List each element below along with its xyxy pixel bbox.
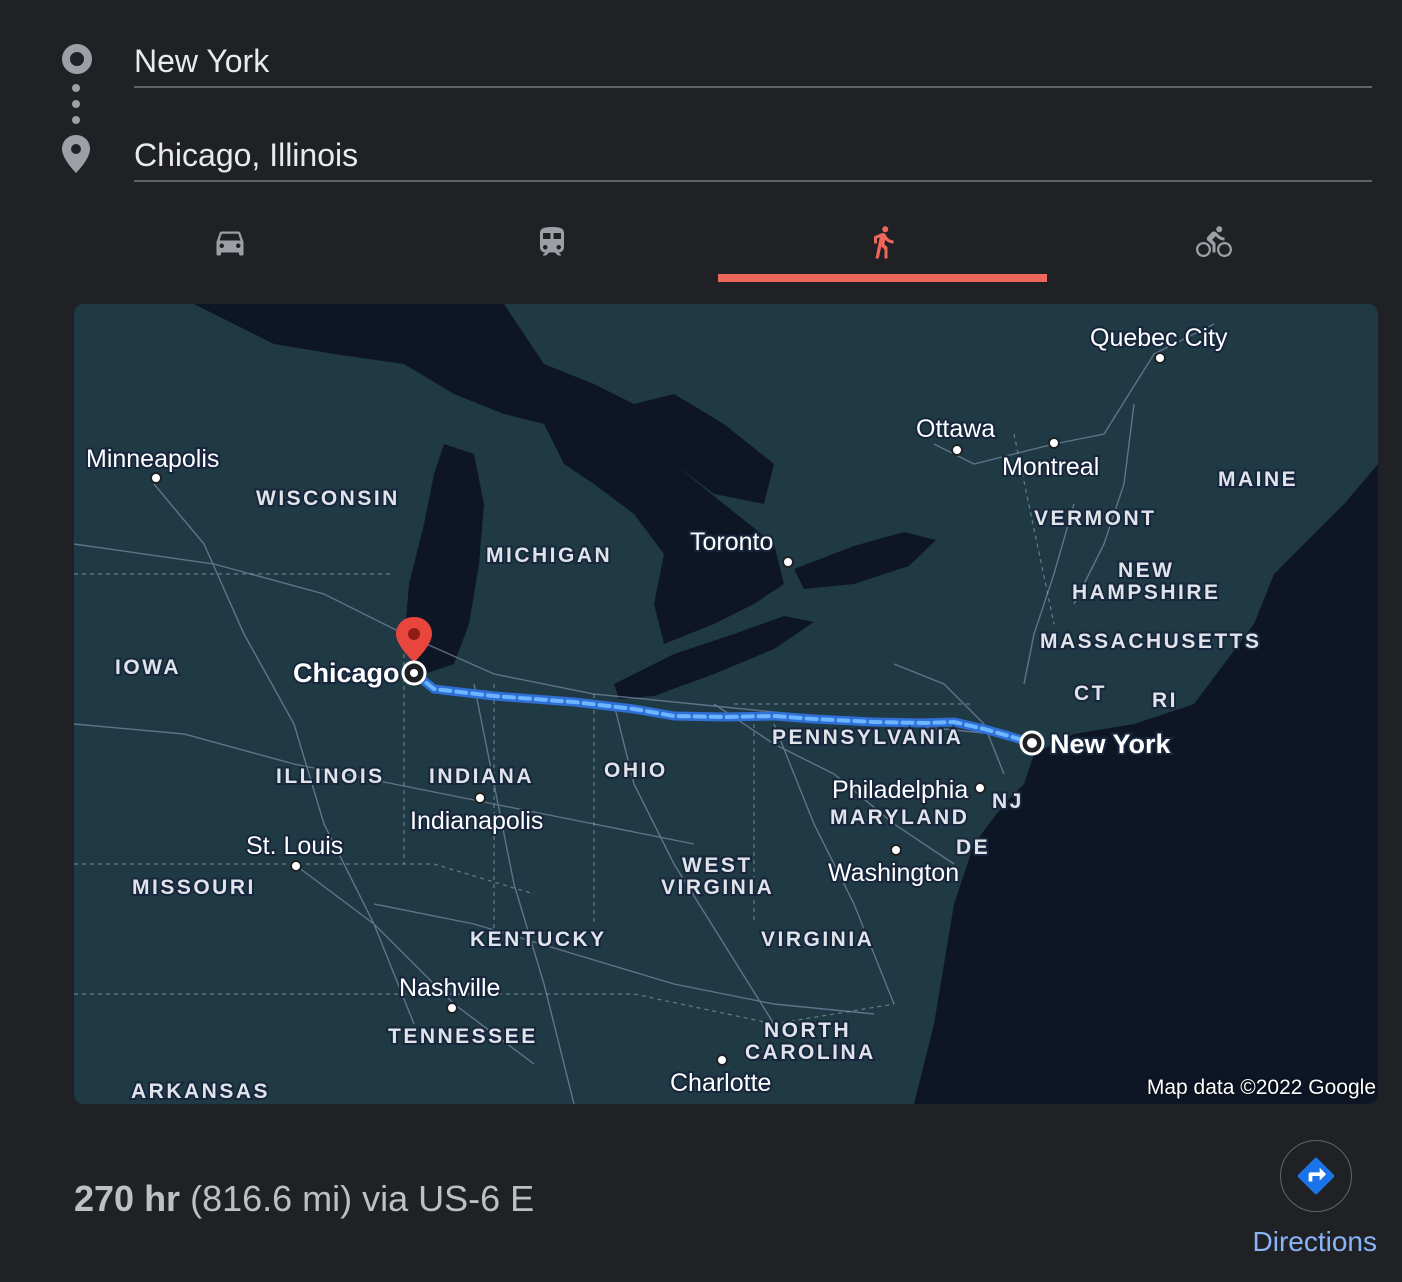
- train-icon: [539, 227, 564, 256]
- tab-driving[interactable]: [65, 214, 394, 282]
- state-label: NJ: [992, 790, 1024, 813]
- city-label: Toronto: [690, 528, 773, 556]
- tab-cycling[interactable]: [1049, 214, 1378, 282]
- origin-circle-icon: [62, 44, 92, 74]
- state-label: KENTUCKY: [470, 928, 607, 951]
- route-dot: [72, 84, 80, 92]
- route-end-marker-dot: [410, 669, 418, 677]
- state-label: WEST: [682, 854, 753, 877]
- directions-button[interactable]: [1280, 1140, 1352, 1212]
- state-label: MICHIGAN: [486, 544, 612, 567]
- state-label: DE: [956, 836, 990, 859]
- route-start-marker-dot: [1027, 738, 1037, 748]
- city-label: Washington: [828, 859, 959, 887]
- city-label: Montreal: [1002, 453, 1099, 481]
- route-summary: 270 hr (816.6 mi) via US-6 E: [74, 1178, 534, 1220]
- active-tab-indicator: [718, 274, 1047, 282]
- route-dot: [72, 100, 80, 108]
- state-label: RI: [1152, 689, 1178, 712]
- state-label: NEW: [1118, 559, 1175, 582]
- state-label: IOWA: [115, 656, 181, 679]
- state-label: INDIANA: [429, 765, 534, 788]
- state-label: CT: [1074, 682, 1107, 705]
- state-label: MASSACHUSETTS: [1040, 630, 1262, 653]
- route-details: (816.6 mi) via US-6 E: [180, 1178, 535, 1219]
- destination-pin-dot: [408, 628, 420, 640]
- route-end-label: Chicago: [293, 658, 400, 688]
- state-label: PENNSYLVANIA: [772, 726, 963, 749]
- state-label: VIRGINIA: [761, 928, 874, 951]
- city-label: Indianapolis: [410, 807, 543, 835]
- city-label: Charlotte: [670, 1069, 771, 1097]
- walk-icon: [873, 226, 893, 259]
- bicycle-icon: [1195, 226, 1232, 257]
- city-label: Ottawa: [916, 415, 995, 443]
- state-label: ARKANSAS: [131, 1080, 270, 1103]
- car-icon: [216, 231, 243, 256]
- tab-transit[interactable]: [387, 214, 716, 282]
- state-label: HAMPSHIRE: [1072, 581, 1221, 604]
- route-start-label: New York: [1050, 729, 1172, 759]
- origin-field[interactable]: [134, 38, 1372, 88]
- city-label: Quebec City: [1090, 324, 1228, 352]
- map-canvas[interactable]: Quebec City Ottawa Montreal Minneapolis …: [74, 304, 1378, 1104]
- state-label: OHIO: [604, 759, 668, 782]
- state-label: MISSOURI: [132, 876, 256, 899]
- tab-walking[interactable]: [718, 214, 1047, 282]
- destination-field[interactable]: [134, 132, 1372, 182]
- route-dot: [72, 116, 80, 124]
- state-label: WISCONSIN: [256, 487, 400, 510]
- map-attribution: Map data ©2022 Google: [1146, 1076, 1376, 1099]
- state-label: VIRGINIA: [661, 876, 774, 899]
- city-label: St. Louis: [246, 832, 343, 860]
- directions-arrow-icon: [1297, 1157, 1335, 1195]
- route-duration: 270 hr: [74, 1178, 181, 1219]
- state-label: CAROLINA: [745, 1041, 876, 1064]
- city-label: Philadelphia: [832, 776, 968, 804]
- state-label: VERMONT: [1034, 507, 1157, 530]
- state-label: TENNESSEE: [388, 1025, 538, 1048]
- state-label: ILLINOIS: [276, 765, 385, 788]
- state-label: NORTH: [764, 1019, 851, 1042]
- route-map[interactable]: Quebec City Ottawa Montreal Minneapolis …: [74, 304, 1378, 1104]
- city-label: Minneapolis: [86, 445, 219, 473]
- state-label: MAINE: [1218, 468, 1298, 491]
- state-label: MARYLAND: [830, 806, 969, 829]
- directions-link[interactable]: Directions: [1253, 1226, 1377, 1258]
- destination-input[interactable]: [134, 132, 1372, 178]
- city-label: Nashville: [399, 974, 500, 1002]
- place-pin-icon: [62, 135, 90, 173]
- origin-input[interactable]: [134, 38, 1372, 84]
